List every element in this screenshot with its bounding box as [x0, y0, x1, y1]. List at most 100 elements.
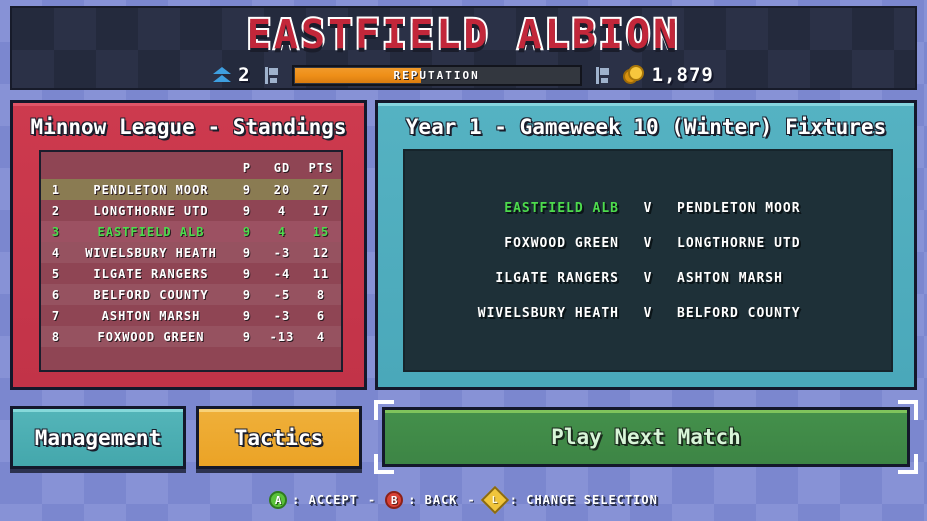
dpad-label: L [491, 494, 498, 506]
fixture-away-team: PENDLETON MOOR [677, 200, 801, 216]
change-selection-label: : CHANGE SELECTION [509, 493, 658, 507]
standings-row: 2 LONGTHORNE UTD 9 4 17 [41, 200, 341, 221]
fixture-row: FOXWOOD GREEN V LONGTHORNE UTD [419, 231, 877, 255]
cell-points: 27 [312, 182, 330, 197]
cell-goal-difference: -4 [273, 266, 291, 281]
cell-position: 1 [51, 182, 61, 197]
cell-played: 9 [242, 308, 252, 323]
cell-played: 9 [242, 203, 252, 218]
fixture-home-team: FOXWOOD GREEN [504, 235, 619, 251]
cell-position: 7 [51, 308, 61, 323]
cell-goal-difference: -3 [273, 308, 291, 323]
cell-position: 2 [51, 203, 61, 218]
play-next-match-button[interactable]: Play Next Match [382, 407, 910, 467]
cell-goal-difference: -3 [273, 245, 291, 260]
fixture-home-team: EASTFIELD ALB [504, 200, 619, 216]
standings-row: 4 WIVELSBURY HEATH 9 -3 12 [41, 242, 341, 263]
level-value: 2 [238, 64, 251, 86]
cell-position: 6 [51, 287, 61, 302]
status-bar: 2 REPUTATION 1,879 [12, 60, 915, 88]
tactics-button[interactable]: Tactics [196, 406, 362, 469]
cell-team: EASTFIELD ALB [97, 224, 205, 239]
cell-goal-difference: 4 [277, 203, 287, 218]
cell-team: BELFORD COUNTY [93, 287, 209, 302]
fixture-away-team: LONGTHORNE UTD [677, 235, 801, 251]
standings-panel: Minnow League - Standings P GD PTS 1 PEND… [10, 100, 367, 390]
flag-small-icon [595, 66, 609, 84]
footer-hints: A : ACCEPT - B : BACK - L : CHANGE SELEC… [0, 485, 927, 515]
cell-team: FOXWOOD GREEN [97, 329, 205, 344]
b-button-icon: B [385, 491, 404, 509]
cell-team: PENDLETON MOOR [93, 182, 209, 197]
reputation-label: REPUTATION [393, 68, 480, 82]
fixtures-title: Year 1 - Gameweek 10 (Winter) Fixtures [405, 115, 887, 139]
back-label: : BACK [408, 493, 458, 507]
cell-played: 9 [242, 245, 252, 260]
col-played-header: P [242, 160, 252, 175]
fixture-row: WIVELSBURY HEATH V BELFORD COUNTY [419, 301, 877, 325]
money-value: 1,879 [651, 64, 714, 86]
cell-points: 17 [312, 203, 330, 218]
selection-corner-top-right-icon [898, 400, 918, 420]
reputation-bar: REPUTATION [291, 64, 582, 86]
management-button[interactable]: Management [10, 406, 186, 469]
cell-played: 9 [242, 266, 252, 281]
cell-played: 9 [242, 287, 252, 302]
cell-team: WIVELSBURY HEATH [85, 245, 217, 260]
cell-team: LONGTHORNE UTD [93, 203, 209, 218]
cell-position: 3 [51, 224, 61, 239]
hint-change-selection: L : CHANGE SELECTION [480, 485, 658, 515]
standings-rows: 1 PENDLETON MOOR 9 20 27 2 LONGTHORNE UTD 9 4 17 3… [41, 179, 341, 347]
standings-row: 5 ILGATE RANGERS 9 -4 11 [41, 263, 341, 284]
fixture-versus: V [643, 270, 653, 286]
standings-row: 3 EASTFIELD ALB 9 4 15 [41, 221, 341, 242]
money-indicator: 1,879 [622, 64, 714, 86]
accept-label: : ACCEPT [292, 493, 358, 507]
fixture-versus: V [643, 305, 653, 321]
fixture-away-team: ASHTON MARSH [677, 270, 783, 286]
cell-goal-difference: -13 [269, 329, 295, 344]
cell-played: 9 [242, 329, 252, 344]
fixtures-list: EASTFIELD ALB V PENDLETON MOOR FOXWOOD GREE… [403, 149, 893, 372]
hint-back: B : BACK [385, 491, 457, 509]
cell-points: 12 [312, 245, 330, 260]
selection-corner-bottom-right-icon [898, 454, 918, 474]
selection-corner-bottom-left-icon [374, 454, 394, 474]
coin-icon [622, 65, 645, 85]
fixture-versus: V [643, 235, 653, 251]
selection-corner-top-left-icon [374, 400, 394, 420]
standings-row: 1 PENDLETON MOOR 9 20 27 [41, 179, 341, 200]
cell-position: 8 [51, 329, 61, 344]
play-next-match-selection: Play Next Match [374, 400, 918, 474]
cell-points: 4 [316, 329, 326, 344]
cell-points: 15 [312, 224, 330, 239]
cell-points: 11 [312, 266, 330, 281]
standings-table: P GD PTS 1 PENDLETON MOOR 9 20 27 2 LONGTHORNE… [39, 150, 343, 372]
hint-separator-1: - [367, 493, 376, 507]
flag-icon [264, 66, 278, 84]
cell-goal-difference: 4 [277, 224, 287, 239]
fixture-row: EASTFIELD ALB V PENDLETON MOOR [419, 196, 877, 220]
hint-accept: A : ACCEPT [269, 491, 358, 509]
fixture-versus: V [643, 200, 653, 216]
cell-team: ILGATE RANGERS [93, 266, 209, 281]
club-title: EASTFIELD ALBION [245, 10, 681, 60]
level-indicator: 2 [213, 64, 250, 86]
fixture-row: ILGATE RANGERS V ASHTON MARSH [419, 266, 877, 290]
game-screen: EASTFIELD ALBION 2 REPUTATION 1,879 Minn… [0, 0, 927, 521]
cell-played: 9 [242, 224, 252, 239]
cell-position: 4 [51, 245, 61, 260]
cell-points: 8 [316, 287, 326, 302]
chevron-up-icon [213, 66, 232, 84]
standings-header-row: P GD PTS [41, 156, 341, 179]
cell-goal-difference: 20 [273, 182, 291, 197]
standings-row: 7 ASHTON MARSH 9 -3 6 [41, 305, 341, 326]
cell-played: 9 [242, 182, 252, 197]
header-bar: EASTFIELD ALBION 2 REPUTATION 1,879 [10, 6, 917, 90]
hint-separator-2: - [467, 493, 475, 507]
standings-row: 6 BELFORD COUNTY 9 -5 8 [41, 284, 341, 305]
standings-title: Minnow League - Standings [30, 115, 347, 139]
fixture-home-team: WIVELSBURY HEATH [477, 305, 619, 321]
a-button-icon: A [269, 491, 288, 509]
fixture-home-team: ILGATE RANGERS [495, 270, 619, 286]
